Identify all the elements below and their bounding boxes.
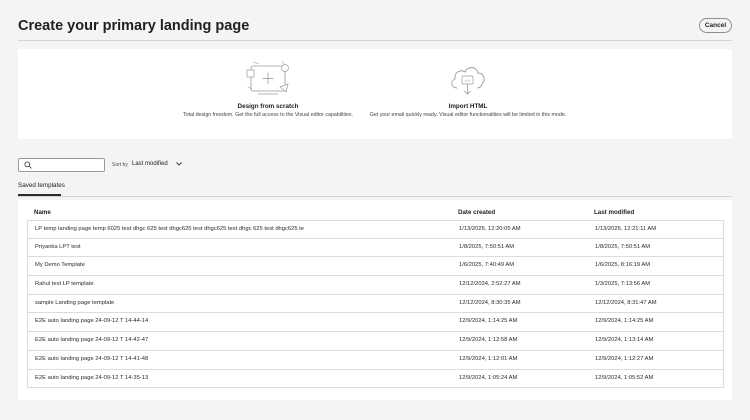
search-input[interactable] — [35, 160, 101, 170]
sort-dropdown[interactable]: Last modified — [132, 161, 182, 167]
table-row[interactable]: LP temp landing page temp 6025 test dhgc… — [27, 220, 724, 239]
cancel-button[interactable]: Cancel — [699, 18, 732, 33]
table-body: LP temp landing page temp 6025 test dhgc… — [27, 220, 724, 389]
table-row[interactable]: sample Landing page template 12/12/2024,… — [27, 294, 724, 314]
option-title: Import HTML — [448, 103, 488, 110]
column-header-name[interactable]: Name — [34, 209, 51, 216]
cell-name: sample Landing page template — [35, 299, 115, 306]
sort-label: Sort by — [112, 162, 128, 168]
cell-date-created: 12/12/2024, 2:52:27 AM — [459, 281, 521, 288]
tabs-divider — [18, 196, 732, 197]
table-row[interactable]: Priyanka LPT test 1/8/2025, 7:50:51 AM 1… — [27, 238, 724, 258]
svg-text:</>: </> — [464, 79, 470, 83]
column-header-date-created[interactable]: Date created — [458, 209, 495, 216]
page-title: Create your primary landing page — [18, 18, 250, 34]
cell-name: Priyanka LPT test — [35, 243, 81, 250]
cell-name: E2E auto landing page 24-09-12 T 14-44-1… — [35, 318, 149, 325]
cell-last-modified: 1/8/2025, 7:50:51 AM — [595, 243, 651, 250]
cell-date-created: 12/9/2024, 1:12:01 AM — [459, 355, 518, 362]
cell-name: E2E auto landing page 24-09-12 T 14-41-4… — [35, 355, 149, 362]
bottom-spacer — [0, 400, 750, 420]
templates-table: Name Date created Last modified LP temp … — [18, 200, 732, 400]
table-row[interactable]: Rahul test LP template 12/12/2024, 2:52:… — [27, 276, 724, 295]
cell-date-created: 1/13/2025, 12:20:05 AM — [459, 226, 521, 232]
cell-last-modified: 12/9/2024, 1:12:27 AM — [595, 355, 654, 362]
header-divider — [18, 40, 732, 41]
option-title: Design from scratch — [237, 103, 299, 110]
option-description: Get your email quickly ready. Visual edi… — [369, 112, 567, 118]
cell-name: E2E auto landing page 24-09-12 T 14-35-1… — [35, 374, 149, 381]
search-icon — [24, 161, 32, 169]
cell-last-modified: 12/9/2024, 1:13:14 AM — [595, 337, 654, 344]
cell-date-created: 1/8/2025, 7:50:51 AM — [459, 243, 515, 250]
creation-options-panel: Design from scratch Total design freedom… — [18, 49, 732, 139]
dialog-header: Create your primary landing page Cancel — [0, 0, 750, 42]
cell-last-modified: 12/9/2024, 1:05:52 AM — [595, 374, 654, 381]
cell-date-created: 12/9/2024, 1:12:58 AM — [459, 337, 518, 344]
table-row[interactable]: E2E auto landing page 24-09-12 T 14-35-1… — [27, 369, 724, 389]
cell-date-created: 12/9/2024, 1:05:24 AM — [459, 374, 518, 381]
cell-date-created: 12/12/2024, 8:30:35 AM — [459, 299, 521, 306]
cell-name: LP temp landing page temp 6025 test dhgc… — [35, 226, 305, 232]
table-row[interactable]: E2E auto landing page 24-09-12 T 14-44-1… — [27, 313, 724, 333]
import-html-option[interactable]: </> Import HTML Get your email quickly r… — [363, 49, 573, 139]
chevron-down-icon — [175, 162, 182, 166]
column-header-last-modified[interactable]: Last modified — [594, 209, 634, 216]
table-row[interactable]: My Demo Template 1/6/2025, 7:40:49 AM 1/… — [27, 257, 724, 277]
tab-saved-templates[interactable]: Saved templates — [18, 182, 65, 189]
cell-name: E2E auto landing page 24-09-12 T 14-42-4… — [35, 337, 149, 344]
cell-name: My Demo Template — [35, 262, 85, 269]
sort-value: Last modified — [132, 161, 168, 167]
cell-last-modified: 12/9/2024, 1:14:25 AM — [595, 318, 654, 325]
table-row[interactable]: E2E auto landing page 24-09-12 T 14-42-4… — [27, 332, 724, 351]
cell-last-modified: 1/13/2025, 12:21:11 AM — [595, 226, 657, 232]
cell-name: Rahul test LP template — [35, 281, 94, 288]
table-row[interactable]: E2E auto landing page 24-09-12 T 14-41-4… — [27, 350, 724, 370]
design-canvas-icon — [246, 60, 289, 95]
cell-date-created: 12/9/2024, 1:14:25 AM — [459, 318, 518, 325]
cell-last-modified: 1/3/2025, 7:13:56 AM — [595, 281, 651, 288]
cell-date-created: 1/6/2025, 7:40:49 AM — [459, 262, 515, 269]
cell-last-modified: 12/12/2024, 8:31:47 AM — [595, 299, 657, 306]
cloud-import-icon: </> — [451, 67, 485, 95]
cell-last-modified: 1/6/2025, 8:16:19 AM — [595, 262, 651, 269]
table-header: Name Date created Last modified — [18, 200, 732, 220]
design-from-scratch-option[interactable]: Design from scratch Total design freedom… — [168, 49, 368, 139]
search-field[interactable] — [18, 158, 105, 172]
